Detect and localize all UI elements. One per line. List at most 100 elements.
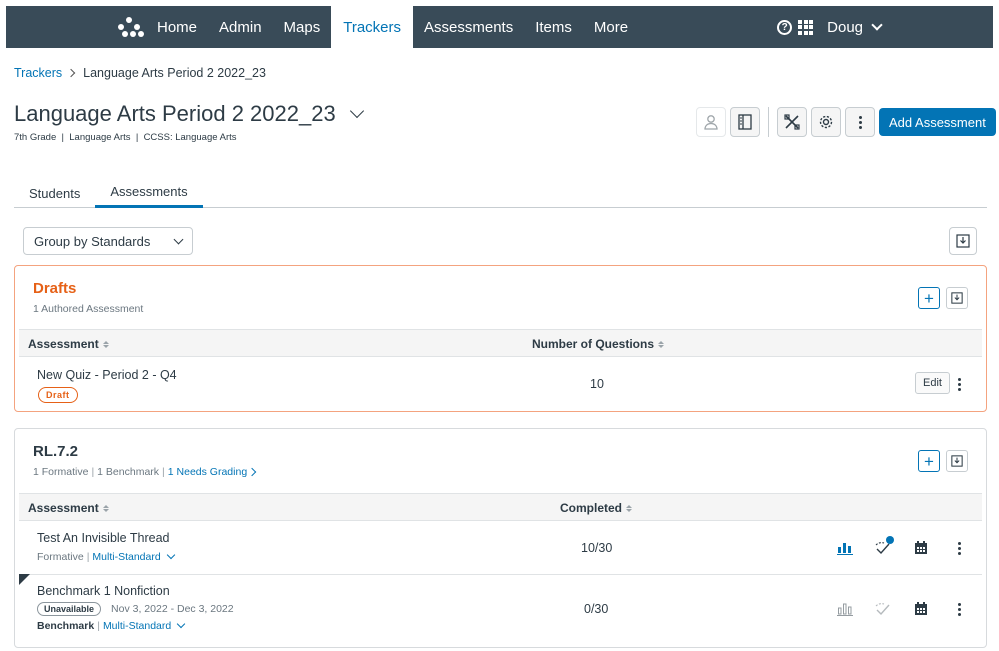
bar-chart-icon xyxy=(837,543,853,555)
schedule-button[interactable] xyxy=(911,538,931,558)
assessment-name[interactable]: New Quiz - Period 2 - Q4 xyxy=(37,368,177,382)
tools-button[interactable] xyxy=(777,107,807,137)
tab-students[interactable]: Students xyxy=(14,178,95,208)
download-drafts-button[interactable] xyxy=(946,287,968,309)
page-title[interactable]: Language Arts Period 2 2022_23 xyxy=(14,101,364,127)
nav-admin[interactable]: Admin xyxy=(208,6,273,48)
benchmark-count: 1 Benchmark xyxy=(97,466,160,478)
page-title-text: Language Arts Period 2 2022_23 xyxy=(14,101,336,126)
assessment-name[interactable]: Test An Invisible Thread xyxy=(37,531,169,545)
chevron-down-icon xyxy=(166,550,175,560)
more-options-button[interactable] xyxy=(845,107,875,137)
kebab-icon xyxy=(957,602,961,617)
col-assessment[interactable]: Assessment xyxy=(28,337,109,351)
download-icon xyxy=(956,234,970,248)
row-menu-button[interactable] xyxy=(949,599,969,619)
assessment-name[interactable]: Benchmark 1 Nonfiction xyxy=(37,584,170,598)
grade-button[interactable] xyxy=(873,536,894,558)
chevron-down-icon xyxy=(173,234,184,244)
notification-dot xyxy=(886,536,894,544)
col-number-of-questions[interactable]: Number of Questions xyxy=(532,337,665,351)
table-row: New Quiz - Period 2 - Q4 Draft 10 Edit xyxy=(19,358,982,410)
page-toolbar: Add Assessment xyxy=(696,107,996,137)
sort-icon xyxy=(102,340,109,348)
nav-maps[interactable]: Maps xyxy=(273,6,332,48)
breadcrumb-trackers-link[interactable]: Trackers xyxy=(14,66,62,80)
add-assessment-button[interactable]: Add Assessment xyxy=(879,108,996,136)
kebab-icon xyxy=(957,541,961,556)
nav-items[interactable]: Items xyxy=(524,6,583,48)
standard-card: RL.7.2 1 Formative | 1 Benchmark | 1 Needs… xyxy=(14,428,987,648)
row-menu-icon[interactable] xyxy=(957,377,961,392)
sort-icon xyxy=(626,504,633,512)
user-menu[interactable]: Doug xyxy=(827,19,863,36)
assessment-type: Benchmark xyxy=(37,620,95,632)
breadcrumb: Trackers Language Arts Period 2 2022_23 xyxy=(14,66,266,80)
chevron-right-icon xyxy=(247,467,257,477)
grading-icon xyxy=(875,603,890,616)
add-assessment-to-standard-button[interactable]: + xyxy=(918,450,940,472)
tab-assessments[interactable]: Assessments xyxy=(95,178,203,208)
nav-trackers[interactable]: Trackers xyxy=(331,6,414,48)
sort-icon xyxy=(658,340,665,348)
gear-icon xyxy=(819,115,833,129)
assessment-details: Formative | Multi-Standard xyxy=(37,550,175,563)
completed-count: 10/30 xyxy=(581,541,613,555)
nav-assessments[interactable]: Assessments xyxy=(413,6,524,48)
drafts-subtitle: 1 Authored Assessment xyxy=(33,303,144,315)
multi-standard-toggle[interactable]: Multi-Standard xyxy=(103,619,186,632)
standard-summary: 1 Formative | 1 Benchmark | 1 Needs Gradin… xyxy=(33,466,257,478)
chevron-down-icon[interactable] xyxy=(871,19,883,31)
col-assessment[interactable]: Assessment xyxy=(28,501,109,515)
results-chart-button[interactable] xyxy=(835,538,855,558)
toolbar-divider xyxy=(768,107,769,137)
status-badge: Draft xyxy=(38,387,78,403)
group-by-value: Group by Standards xyxy=(34,233,151,249)
date-range: Nov 3, 2022 - Dec 3, 2022 xyxy=(111,603,234,615)
nav-more[interactable]: More xyxy=(583,6,639,48)
settings-button[interactable] xyxy=(811,107,841,137)
bar-chart-icon xyxy=(837,603,853,616)
export-button[interactable] xyxy=(949,227,977,255)
assessment-details: Benchmark | Multi-Standard xyxy=(37,619,186,632)
formative-count: 1 Formative xyxy=(33,466,89,478)
sidebar-panel-icon xyxy=(738,114,752,130)
grade-button[interactable] xyxy=(873,599,893,619)
breadcrumb-current: Language Arts Period 2 2022_23 xyxy=(83,66,266,80)
chevron-down-icon xyxy=(176,619,186,629)
download-standard-button[interactable] xyxy=(946,450,968,472)
drafts-title: Drafts xyxy=(33,280,77,297)
group-by-select[interactable]: Group by Standards xyxy=(23,227,193,255)
tools-icon xyxy=(784,114,800,130)
sort-icon xyxy=(102,504,109,512)
tracker-meta: 7th Grade | Language Arts | CCSS: Langua… xyxy=(14,132,237,143)
logo-icon[interactable] xyxy=(118,17,146,37)
edit-button[interactable]: Edit xyxy=(915,372,950,394)
assessment-type: Formative xyxy=(37,551,84,563)
help-icon[interactable]: ? xyxy=(777,19,793,35)
col-completed[interactable]: Completed xyxy=(560,501,633,515)
table-row: Benchmark 1 Nonfiction Unavailable Nov 3… xyxy=(19,575,982,645)
table-row: Test An Invisible Thread Formative | Mult… xyxy=(19,522,982,574)
chevron-down-icon[interactable] xyxy=(349,103,364,119)
tab-bar: Students Assessments xyxy=(14,178,987,208)
schedule-button[interactable] xyxy=(911,599,931,619)
app-grid-icon[interactable] xyxy=(798,19,814,35)
calendar-icon xyxy=(915,602,927,615)
completed-count: 0/30 xyxy=(584,602,609,616)
results-chart-button[interactable] xyxy=(835,599,855,619)
nav-home[interactable]: Home xyxy=(146,6,208,48)
multi-standard-toggle[interactable]: Multi-Standard xyxy=(92,550,175,563)
person-icon xyxy=(704,115,718,130)
needs-grading-link[interactable]: 1 Needs Grading xyxy=(168,466,257,478)
availability: Unavailable Nov 3, 2022 - Dec 3, 2022 xyxy=(37,602,234,616)
student-view-button[interactable] xyxy=(696,107,726,137)
kebab-icon xyxy=(858,115,862,130)
row-menu-button[interactable] xyxy=(949,538,969,558)
download-icon xyxy=(951,292,963,304)
download-icon xyxy=(951,455,963,467)
sidebar-toggle-button[interactable] xyxy=(730,107,760,137)
drafts-card: Drafts 1 Authored Assessment + Assessmen… xyxy=(14,265,987,412)
add-draft-button[interactable]: + xyxy=(918,287,940,309)
status-badge: Unavailable xyxy=(37,602,102,616)
